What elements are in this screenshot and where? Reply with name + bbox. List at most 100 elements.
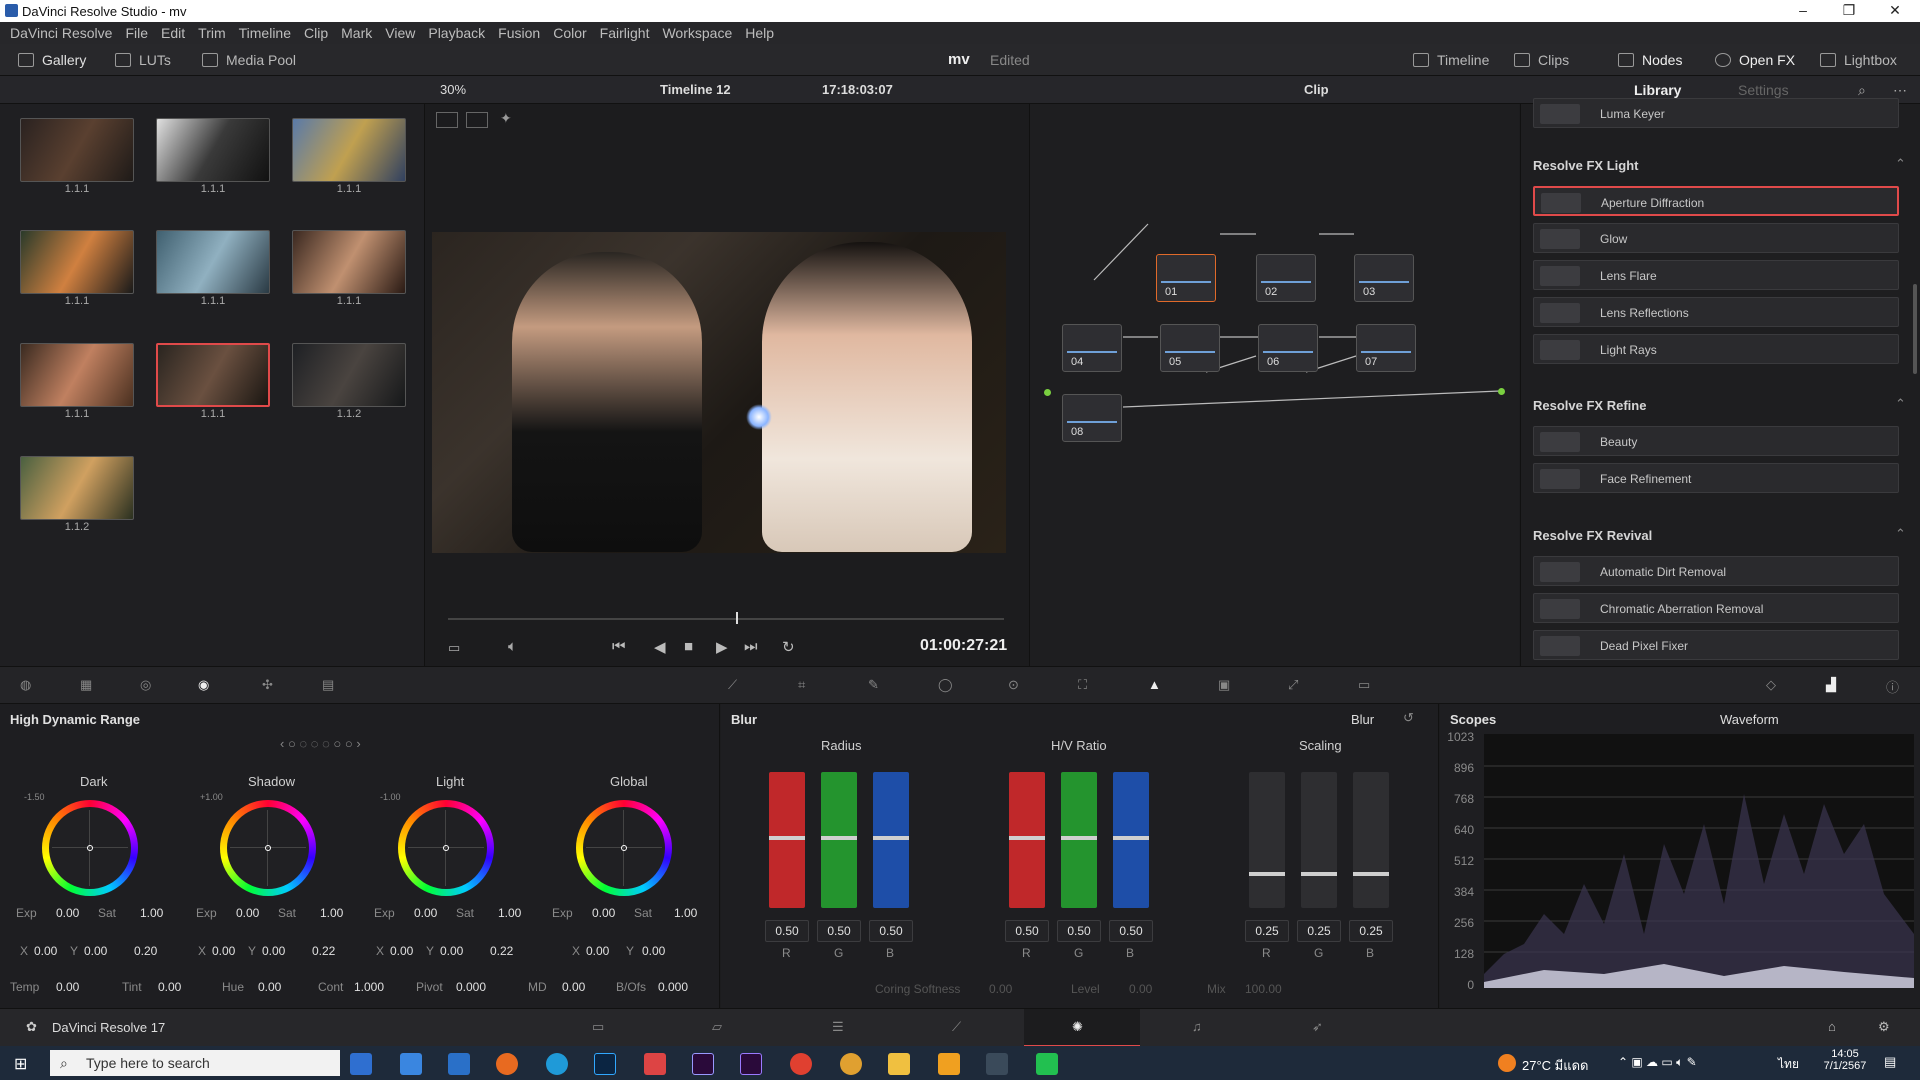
gallery-still[interactable] (292, 118, 406, 182)
media-pool-button[interactable]: Media Pool (202, 44, 296, 76)
hdr-wheels-icon[interactable]: ◉ (198, 677, 209, 693)
y-value-shadow[interactable]: 0.00 (262, 944, 285, 958)
settings-gear-icon[interactable]: ⚙ (1878, 1019, 1890, 1035)
motion-effects-icon[interactable]: ▤ (322, 677, 334, 693)
node-06[interactable]: 06 (1258, 324, 1318, 372)
hv-fader-b[interactable] (1113, 772, 1149, 908)
node-07[interactable]: 07 (1356, 324, 1416, 372)
coring-softness-value[interactable]: 0.00 (989, 982, 1012, 996)
cut-page-icon[interactable]: ▱ (712, 1019, 722, 1035)
tracker-icon[interactable]: ⊙ (1008, 677, 1019, 693)
timeline-toggle[interactable]: Timeline (1413, 44, 1489, 76)
node-input-source[interactable] (1044, 389, 1051, 396)
sat-value-global[interactable]: 1.00 (674, 906, 697, 920)
hv-fader-g[interactable] (1061, 772, 1097, 908)
radius-fader-r[interactable] (769, 772, 805, 908)
fx-glow[interactable]: Glow (1533, 223, 1899, 253)
open-fx-toggle[interactable]: Open FX (1715, 44, 1795, 76)
blur-icon[interactable]: ▲ (1148, 677, 1161, 692)
playhead[interactable] (736, 612, 738, 624)
split-screen-icon[interactable] (466, 112, 488, 128)
app-z-icon[interactable] (938, 1053, 960, 1075)
luts-button[interactable]: LUTs (115, 44, 171, 76)
color-wheel-dark[interactable] (42, 800, 138, 896)
zoom-select[interactable]: 30% (440, 82, 466, 97)
winrar-icon[interactable] (644, 1053, 666, 1075)
window-icon[interactable]: ◯ (938, 677, 953, 693)
weather-text[interactable]: 27°C มีแดด (1522, 1055, 1589, 1076)
scaling-value-g[interactable]: 0.25 (1297, 920, 1341, 942)
y-value-light[interactable]: 0.00 (440, 944, 463, 958)
section-resolve-fx-refine[interactable]: Resolve FX Refine (1533, 398, 1646, 413)
timeline-select[interactable]: Timeline 12 (660, 82, 731, 97)
node-01[interactable]: 01 (1156, 254, 1216, 302)
play-icon[interactable]: ▶ (716, 638, 728, 656)
scaling-fader-b[interactable] (1353, 772, 1389, 908)
system-tray-icons[interactable]: ⌃ ▣ ☁ ▭ 🔈︎ ✎ (1618, 1055, 1697, 1070)
sat-value-light[interactable]: 1.00 (498, 906, 521, 920)
falloff-value-shadow[interactable]: 0.22 (312, 944, 335, 958)
fx-lens-flare[interactable]: Lens Flare (1533, 260, 1899, 290)
gallery-still[interactable] (20, 118, 134, 182)
menu-workspace[interactable]: Workspace (662, 25, 732, 41)
falloff-value-dark[interactable]: 0.20 (134, 944, 157, 958)
node-03[interactable]: 03 (1354, 254, 1414, 302)
exp-value-shadow[interactable]: 0.00 (236, 906, 259, 920)
menu-color[interactable]: Color (553, 25, 586, 41)
gallery-still[interactable] (156, 118, 270, 182)
go-to-end-icon[interactable]: ⏭︎ (744, 638, 758, 655)
tint-value[interactable]: 0.00 (158, 980, 181, 994)
photos-icon[interactable] (448, 1053, 470, 1075)
scopes-icon[interactable]: ▟ (1826, 677, 1836, 693)
temp-value[interactable]: 0.00 (56, 980, 79, 994)
fairlight-page-icon[interactable]: ♫ (1192, 1019, 1202, 1034)
y-value-dark[interactable]: 0.00 (84, 944, 107, 958)
taskbar-search-input[interactable]: ⌕ Type here to search (50, 1050, 340, 1076)
restore-button[interactable]: ❐ (1826, 0, 1872, 22)
edit-page-icon[interactable]: ☰ (832, 1019, 844, 1035)
menu-edit[interactable]: Edit (161, 25, 185, 41)
bofs-value[interactable]: 0.000 (658, 980, 688, 994)
md-value[interactable]: 0.00 (562, 980, 585, 994)
menu-mark[interactable]: Mark (341, 25, 372, 41)
nodes-toggle[interactable]: Nodes (1618, 44, 1682, 76)
notifications-icon[interactable]: ▤ (1884, 1054, 1896, 1070)
keyframes-icon[interactable]: ◇ (1766, 677, 1776, 693)
pivot-value[interactable]: 0.000 (456, 980, 486, 994)
collapse-icon[interactable]: ⌃ (1895, 156, 1906, 172)
sat-value-shadow[interactable]: 1.00 (320, 906, 343, 920)
color-wheel-global[interactable] (576, 800, 672, 896)
node-04[interactable]: 04 (1062, 324, 1122, 372)
exp-value-light[interactable]: 0.00 (414, 906, 437, 920)
node-05[interactable]: 05 (1160, 324, 1220, 372)
section-resolve-fx-light[interactable]: Resolve FX Light (1533, 158, 1638, 173)
go-to-start-icon[interactable]: ⏮︎ (612, 638, 626, 655)
scrub-bar[interactable] (448, 618, 1004, 620)
fx-dead-pixel-fixer[interactable]: Dead Pixel Fixer (1533, 630, 1899, 660)
color-warper-icon[interactable]: ⌗ (798, 677, 805, 693)
node-02[interactable]: 02 (1256, 254, 1316, 302)
radius-fader-g[interactable] (821, 772, 857, 908)
reset-icon[interactable]: ↺ (1403, 710, 1414, 726)
file-explorer-icon[interactable] (888, 1053, 910, 1075)
key-icon[interactable]: ▣ (1218, 677, 1230, 693)
hue-value[interactable]: 0.00 (258, 980, 281, 994)
task-view-icon[interactable] (350, 1053, 372, 1075)
minimize-button[interactable]: – (1780, 0, 1826, 22)
cont-value[interactable]: 1.000 (354, 980, 384, 994)
clock[interactable]: 14:05 7/1/2567 (1820, 1048, 1870, 1072)
radius-value-r[interactable]: 0.50 (765, 920, 809, 942)
close-button[interactable]: ✕ (1872, 0, 1918, 22)
radius-value-g[interactable]: 0.50 (817, 920, 861, 942)
scaling-fader-r[interactable] (1249, 772, 1285, 908)
loop-icon[interactable]: ↻ (782, 638, 795, 656)
mix-value[interactable]: 100.00 (1245, 982, 1282, 996)
stop-icon[interactable]: ■ (684, 638, 693, 655)
menu-playback[interactable]: Playback (428, 25, 485, 41)
chrome-profile-icon[interactable] (840, 1053, 862, 1075)
fx-beauty[interactable]: Beauty (1533, 426, 1899, 456)
exp-value-dark[interactable]: 0.00 (56, 906, 79, 920)
search-icon[interactable]: ⌕ (1858, 82, 1866, 99)
exp-value-global[interactable]: 0.00 (592, 906, 615, 920)
sat-value-dark[interactable]: 1.00 (140, 906, 163, 920)
